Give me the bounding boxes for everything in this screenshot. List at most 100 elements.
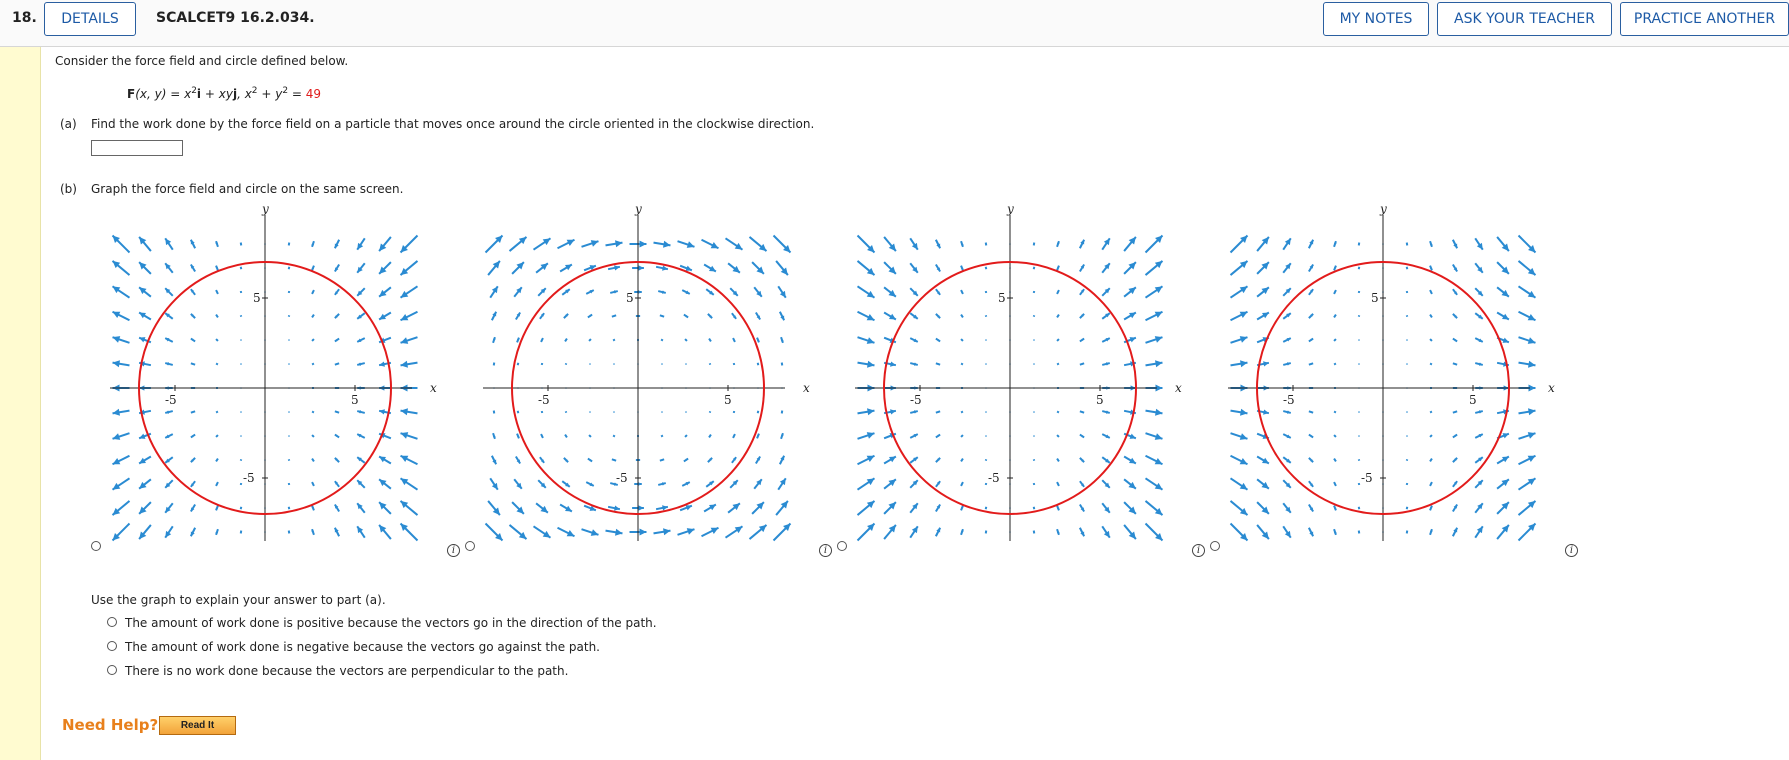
vector-arrow bbox=[1032, 482, 1036, 486]
vector-arrow bbox=[138, 501, 152, 515]
vector-arrow bbox=[909, 525, 919, 539]
vector-arrow bbox=[311, 240, 315, 248]
vector-arrow bbox=[1145, 310, 1163, 322]
vector-arrow bbox=[138, 478, 152, 490]
vector-arrow bbox=[111, 285, 131, 299]
vector-arrow bbox=[190, 433, 196, 439]
vector-arrow bbox=[400, 432, 418, 440]
vector-arrow bbox=[685, 363, 687, 365]
vector-arrow bbox=[334, 313, 340, 319]
vector-arrow bbox=[1032, 458, 1036, 462]
vector-arrow bbox=[960, 505, 964, 511]
vector-arrow bbox=[1079, 288, 1085, 296]
vector-arrow bbox=[1056, 458, 1060, 462]
vector-arrow bbox=[215, 240, 219, 248]
vector-arrow bbox=[287, 506, 291, 510]
vector-arrow bbox=[1123, 501, 1137, 515]
vector-arrow bbox=[909, 479, 919, 489]
vector-arrow bbox=[1357, 290, 1361, 294]
vector-arrow bbox=[240, 411, 242, 413]
vector-arrow bbox=[1333, 528, 1337, 536]
graph-option-3: y x 5 -5 5 -5 bbox=[855, 205, 1182, 542]
vector-arrow bbox=[909, 312, 919, 320]
vector-arrow bbox=[239, 314, 243, 318]
graph-option-1-radio[interactable] bbox=[91, 541, 101, 551]
vector-arrow bbox=[1405, 290, 1409, 294]
vector-arrow bbox=[138, 286, 152, 298]
vector-arrow bbox=[1429, 314, 1433, 318]
vector-arrow bbox=[1333, 481, 1337, 487]
vector-arrow bbox=[356, 433, 366, 439]
vector-arrow bbox=[164, 312, 174, 320]
graph-option-3-radio[interactable] bbox=[837, 541, 847, 551]
vector-arrow bbox=[581, 240, 599, 248]
vector-arrow bbox=[215, 434, 219, 438]
practice-another-button[interactable]: PRACTICE ANOTHER bbox=[1620, 2, 1789, 36]
question-number: 18. bbox=[12, 10, 37, 26]
graph-option-4-info-icon[interactable]: i bbox=[1565, 544, 1578, 557]
vector-arrow bbox=[564, 434, 568, 438]
vector-arrow bbox=[1474, 262, 1484, 274]
graph-option-2-info-icon[interactable]: i bbox=[819, 544, 832, 557]
vector-arrow bbox=[1474, 525, 1484, 539]
vector-arrow bbox=[1333, 338, 1337, 342]
vector-arrow bbox=[311, 338, 315, 342]
graph-option-2-radio[interactable] bbox=[465, 541, 475, 551]
vector-arrow bbox=[1123, 478, 1137, 490]
vector-arrow bbox=[333, 527, 341, 537]
vector-arrow bbox=[215, 481, 219, 487]
graph-option-1-info-icon[interactable]: i bbox=[447, 544, 460, 557]
vector-arrow bbox=[1032, 314, 1036, 318]
vector-arrow bbox=[707, 313, 713, 319]
vector-arrow bbox=[112, 310, 130, 322]
vector-arrow bbox=[489, 285, 499, 299]
vector-arrow bbox=[400, 408, 418, 416]
vector-arrow bbox=[1230, 408, 1248, 416]
vector-arrow bbox=[1123, 455, 1137, 465]
vector-arrow bbox=[707, 457, 713, 463]
vector-arrow bbox=[1517, 500, 1537, 516]
vector-arrow bbox=[1357, 530, 1361, 534]
vector-arrow bbox=[164, 433, 174, 439]
explain-choice-3-text: There is no work done because the vector… bbox=[125, 664, 569, 678]
vector-arrow bbox=[1308, 480, 1314, 488]
explain-choice-2-radio[interactable] bbox=[107, 641, 117, 651]
part-b-label: (b) bbox=[60, 182, 77, 196]
vector-arrow bbox=[1101, 410, 1111, 414]
explain-choice-1-text: The amount of work done is positive beca… bbox=[125, 616, 657, 630]
vector-arrow bbox=[935, 457, 941, 463]
vector-arrow bbox=[1496, 311, 1510, 321]
x-tick-label-5: 5 bbox=[351, 393, 359, 407]
vector-arrow bbox=[239, 242, 243, 246]
vector-arrow bbox=[1056, 410, 1060, 414]
vector-arrow bbox=[164, 337, 174, 343]
question-code: SCALCET9 16.2.034. bbox=[156, 10, 315, 26]
my-notes-button[interactable]: MY NOTES bbox=[1323, 2, 1429, 36]
ask-teacher-button[interactable]: ASK YOUR TEACHER bbox=[1437, 2, 1612, 36]
details-button[interactable]: DETAILS bbox=[44, 2, 136, 36]
vector-arrow bbox=[934, 239, 942, 249]
vector-arrow bbox=[492, 410, 496, 414]
vector-arrow bbox=[775, 500, 789, 516]
vector-arrow bbox=[1452, 433, 1458, 439]
vector-arrow bbox=[1517, 522, 1537, 542]
part-a-answer-input[interactable] bbox=[91, 140, 183, 156]
vector-arrow bbox=[857, 432, 875, 440]
vector-arrow bbox=[1474, 456, 1484, 464]
graph-option-4-radio[interactable] bbox=[1210, 541, 1220, 551]
vector-arrow bbox=[190, 337, 196, 343]
vector-arrow bbox=[1229, 234, 1249, 254]
explain-choice-1-radio[interactable] bbox=[107, 617, 117, 627]
vector-arrow bbox=[857, 454, 875, 466]
vector-arrow bbox=[659, 458, 665, 462]
vector-arrow bbox=[1145, 336, 1163, 344]
vector-arrow bbox=[731, 456, 737, 464]
graph-option-3-info-icon[interactable]: i bbox=[1192, 544, 1205, 557]
vector-arrow bbox=[508, 524, 528, 540]
explain-choice-3-radio[interactable] bbox=[107, 665, 117, 675]
vector-arrow bbox=[189, 239, 197, 249]
vector-arrow bbox=[1056, 314, 1060, 318]
vector-arrow bbox=[1333, 362, 1337, 366]
read-it-button[interactable]: Read It bbox=[159, 716, 236, 735]
vector-arrow bbox=[1474, 479, 1484, 489]
